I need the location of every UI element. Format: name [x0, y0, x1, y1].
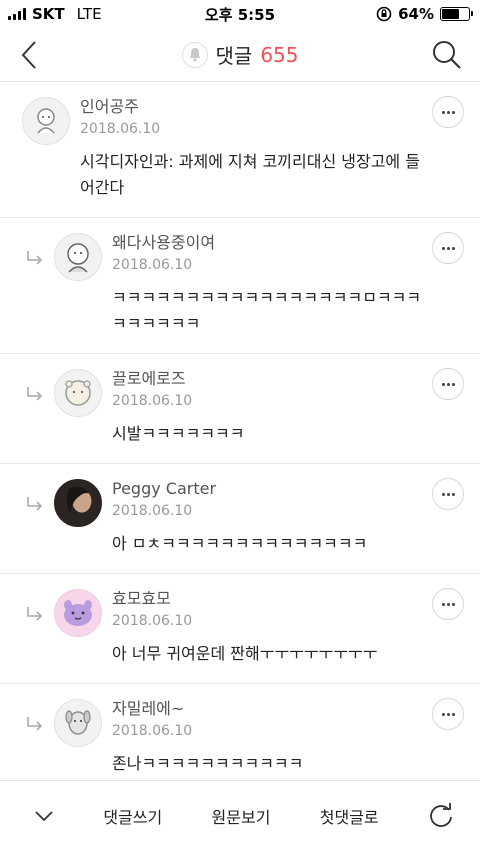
comment-author[interactable]: 끌로에로즈 — [112, 368, 460, 390]
more-options-icon[interactable] — [432, 96, 464, 128]
comment-text: 시발ㅋㅋㅋㅋㅋㅋㅋ — [112, 424, 245, 443]
status-bar: SKT LTE 오후 5:55 64% — [0, 0, 480, 28]
avatar[interactable] — [22, 97, 70, 145]
comment-count: 655 — [260, 42, 299, 67]
more-options-icon[interactable] — [432, 368, 464, 400]
reply-item: 효모효모 2018.06.10 아 너무 귀여운데 짠해ㅜㅜㅜㅜㅜㅜㅜㅜ — [0, 574, 480, 684]
reply-item: 끌로에로즈 2018.06.10 시발ㅋㅋㅋㅋㅋㅋㅋ — [0, 354, 480, 464]
back-chevron-icon[interactable] — [20, 40, 38, 70]
reply-item: 자밀레에~ 2018.06.10 존나ㅋㅋㅋㅋㅋㅋㅋㅋㅋㅋㅋ — [0, 684, 480, 780]
page-title: 댓글 — [215, 44, 253, 68]
reply-arrow-icon — [27, 497, 43, 511]
battery-icon — [440, 7, 473, 21]
more-options-icon[interactable] — [432, 698, 464, 730]
comment-date: 2018.06.10 — [112, 723, 193, 739]
first-comment-button[interactable]: 첫댓글로 — [320, 804, 379, 828]
more-options-icon[interactable] — [432, 478, 464, 510]
chevron-down-icon[interactable] — [34, 810, 54, 822]
avatar[interactable] — [54, 699, 102, 747]
more-options-icon[interactable] — [432, 232, 464, 264]
write-comment-button[interactable]: 댓글쓰기 — [103, 804, 162, 828]
more-options-icon[interactable] — [432, 588, 464, 620]
bottom-toolbar: 댓글쓰기 원문보기 첫댓글로 — [0, 780, 480, 854]
comment-date: 2018.06.10 — [112, 503, 193, 519]
battery-percent: 64% — [398, 5, 434, 23]
comment-date: 2018.06.10 — [112, 257, 193, 273]
reply-arrow-icon — [27, 607, 43, 621]
reply-item: Peggy Carter 2018.06.10 아 ㅁㅊㅋㅋㅋㅋㅋㅋㅋㅋㅋㅋㅋㅋ… — [0, 464, 480, 574]
refresh-icon[interactable] — [428, 802, 454, 829]
comment-text: 존나ㅋㅋㅋㅋㅋㅋㅋㅋㅋㅋㅋ — [112, 754, 304, 773]
signal-strength-icon — [8, 8, 26, 20]
carrier-label: SKT — [32, 5, 65, 23]
comment-list: 인어공주 2018.06.10 시각디자인과: 과제에 지쳐 코끼리대신 냉장고… — [0, 82, 480, 780]
comment-author[interactable]: 왜다사용중이여 — [112, 232, 460, 254]
comment-item: 인어공주 2018.06.10 시각디자인과: 과제에 지쳐 코끼리대신 냉장고… — [0, 82, 480, 218]
comment-author[interactable]: Peggy Carter — [112, 478, 460, 500]
comment-author[interactable]: 효모효모 — [112, 588, 460, 610]
comment-text: 아 ㅁㅊㅋㅋㅋㅋㅋㅋㅋㅋㅋㅋㅋㅋㅋㅋ — [112, 534, 368, 553]
comment-author[interactable]: 인어공주 — [80, 96, 460, 118]
comment-text: 시각디자인과: 과제에 지쳐 코끼리대신 냉장고에 들어간다 — [80, 152, 420, 197]
view-original-button[interactable]: 원문보기 — [212, 804, 271, 828]
comment-date: 2018.06.10 — [112, 393, 193, 409]
reply-arrow-icon — [27, 387, 43, 401]
reply-item: 왜다사용중이여 2018.06.10 ㅋㅋㅋㅋㅋㅋㅋㅋㅋㅋㅋㅋㅋㅋㅋㅋㅋㅁㅋㅋㅋ… — [0, 218, 480, 354]
reply-arrow-icon — [27, 717, 43, 731]
clock: 오후 5:55 — [204, 5, 276, 24]
comment-date: 2018.06.10 — [112, 613, 193, 629]
comment-text: 아 너무 귀여운데 짠해ㅜㅜㅜㅜㅜㅜㅜㅜ — [112, 644, 378, 663]
avatar[interactable] — [54, 479, 102, 527]
comment-author[interactable]: 자밀레에~ — [112, 698, 460, 720]
avatar[interactable] — [54, 589, 102, 637]
bell-icon[interactable] — [181, 41, 208, 68]
network-label: LTE — [76, 5, 102, 23]
avatar[interactable] — [54, 369, 102, 417]
reply-arrow-icon — [27, 251, 43, 265]
orientation-lock-icon — [376, 6, 392, 22]
comment-text: ㅋㅋㅋㅋㅋㅋㅋㅋㅋㅋㅋㅋㅋㅋㅋㅋㅋㅁㅋㅋㅋㅋㅋㅋㅋㅋㅋ — [112, 288, 422, 333]
avatar[interactable] — [54, 233, 102, 281]
search-icon[interactable] — [432, 40, 462, 70]
header: 댓글 655 — [0, 28, 480, 82]
comment-date: 2018.06.10 — [80, 121, 161, 137]
